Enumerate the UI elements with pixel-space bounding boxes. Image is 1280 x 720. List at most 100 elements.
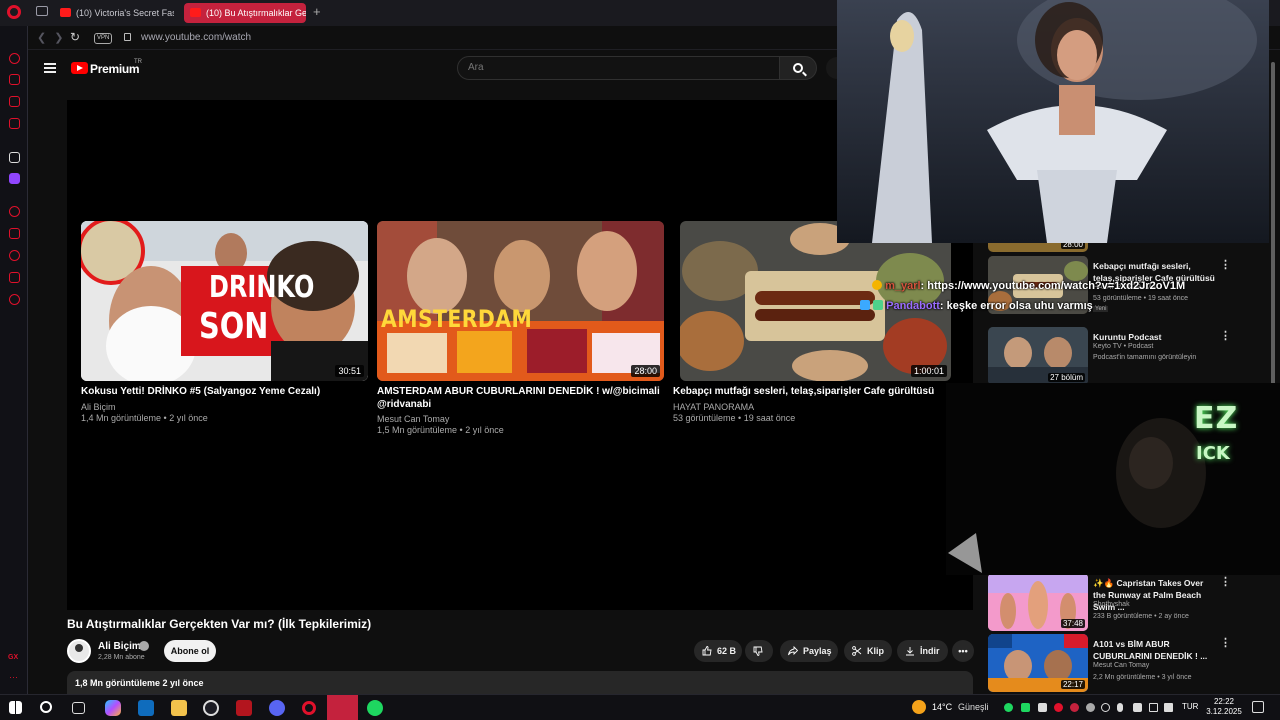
history-icon[interactable]: [9, 53, 20, 64]
extensions-icon[interactable]: [9, 74, 20, 85]
search-button[interactable]: [779, 56, 817, 80]
endscreen-title[interactable]: Kokusu Yetti! DRİNKO #5 (Salyangoz Yeme …: [81, 385, 371, 398]
temperature[interactable]: 14°C: [932, 702, 952, 712]
recommendation-title[interactable]: Kuruntu Podcast: [1093, 331, 1215, 343]
tray-app-icon[interactable]: [1086, 703, 1095, 712]
tray-app-icon[interactable]: [1070, 703, 1079, 712]
controller-icon[interactable]: [1038, 703, 1047, 712]
more-actions-button[interactable]: •••: [952, 640, 974, 662]
more-vertical-icon[interactable]: ⋮: [1220, 258, 1231, 271]
recommendation-item[interactable]: 22:17 A101 vs BİM ABUR CUBURLARINI DENED…: [988, 634, 1268, 692]
recommendation-channel[interactable]: Shotbyshak: [1093, 601, 1130, 608]
network-icon[interactable]: [1149, 703, 1158, 712]
chat-message: Pandabott: keşke error olsa uhu varmış: [860, 300, 1093, 312]
sun-icon[interactable]: [912, 700, 926, 714]
gx-control-icon[interactable]: GX: [8, 654, 18, 661]
reload-icon[interactable]: ↻: [70, 30, 80, 44]
display-icon[interactable]: [1133, 703, 1142, 712]
weather-condition[interactable]: Güneşli: [958, 702, 989, 712]
url-field[interactable]: www.youtube.com/watch: [141, 32, 251, 43]
recommendation-thumbnail[interactable]: 22:17: [988, 634, 1088, 692]
browser-tab[interactable]: (10) Victoria's Secret Fash: [54, 3, 174, 23]
download-button[interactable]: İndir: [897, 640, 948, 662]
duration-badge: 22:17: [1060, 680, 1085, 689]
aria-icon[interactable]: [9, 152, 20, 163]
download-label: İndir: [920, 646, 940, 656]
clip-button[interactable]: Klip: [844, 640, 892, 662]
outlook-icon[interactable]: [138, 700, 154, 716]
player-icon[interactable]: [9, 206, 20, 217]
endscreen-title[interactable]: Kebapçı mutfağı sesleri, telaş,siparişle…: [673, 385, 963, 398]
recommendation-channel[interactable]: Keyto TV • Podcast: [1093, 343, 1153, 350]
recommendation-item[interactable]: 37:48 ✨🔥 Capristan Takes Over the Runway…: [988, 573, 1268, 631]
opera-tray-icon[interactable]: [1054, 703, 1063, 712]
more-vertical-icon[interactable]: ⋮: [1220, 329, 1231, 342]
video-editor-icon[interactable]: [236, 700, 252, 716]
endscreen-channel[interactable]: HAYAT PANORAMA: [673, 402, 754, 412]
clock[interactable]: 22:22 3.12.2025: [1204, 697, 1244, 717]
vpn-badge[interactable]: VPN: [94, 33, 113, 44]
discord-icon[interactable]: [269, 700, 285, 716]
windows-start-icon[interactable]: [9, 701, 22, 714]
scrollbar-thumb[interactable]: [1271, 62, 1275, 387]
instagram-icon[interactable]: [9, 118, 20, 129]
messenger-icon[interactable]: [9, 96, 20, 107]
brand-label[interactable]: Premium: [90, 62, 140, 76]
tray-app-icon[interactable]: [1101, 703, 1110, 712]
spotify-icon[interactable]: [367, 700, 383, 716]
windows-taskbar: 14°C Güneşli TUR 22:22 3.12.2025: [0, 694, 1280, 720]
copilot-icon[interactable]: [105, 700, 121, 716]
chat-badge-icon: [860, 300, 870, 310]
chat-message: m_yarl: https://www.youtube.com/watch?v=…: [872, 280, 1185, 292]
video-thumbnail[interactable]: AMSTERDAM 28:00: [377, 221, 664, 381]
more-vertical-icon[interactable]: ⋮: [1220, 575, 1231, 588]
clock-icon[interactable]: [9, 250, 20, 261]
like-button[interactable]: 62 B: [694, 640, 742, 662]
channel-name[interactable]: Ali Biçim: [98, 641, 141, 652]
recommendation-thumbnail[interactable]: 27 bölüm: [988, 327, 1088, 385]
opera-logo-icon[interactable]: [7, 5, 21, 19]
twitch-icon[interactable]: [9, 173, 20, 184]
tab-islands-icon[interactable]: [36, 6, 48, 16]
settings-icon[interactable]: [9, 294, 20, 305]
description-box[interactable]: 1,8 Mn görüntüleme 2 yıl önce: [67, 671, 973, 694]
obs-icon[interactable]: [203, 700, 219, 716]
endscreen-title[interactable]: AMSTERDAM ABUR CUBURLARINI DENEDİK ! w/@…: [377, 385, 667, 411]
endscreen-channel[interactable]: Mesut Can Tomay: [377, 414, 449, 424]
recommendation-meta[interactable]: Podcast'in tamamını görüntüleyin: [1093, 354, 1196, 361]
recommendation-thumbnail[interactable]: 37:48: [988, 573, 1088, 631]
recommendation-title[interactable]: A101 vs BİM ABUR CUBURLARINI DENEDİK ! .…: [1093, 638, 1215, 662]
bookmarks-icon[interactable]: [9, 228, 20, 239]
subscribe-button[interactable]: Abone ol: [164, 640, 216, 662]
share-button[interactable]: Paylaş: [780, 640, 838, 662]
lock-icon[interactable]: [124, 33, 131, 41]
microphone-icon[interactable]: [1117, 703, 1123, 712]
endscreen-channel[interactable]: Ali Biçim: [81, 402, 116, 412]
menu-icon[interactable]: [44, 63, 56, 73]
notifications-icon[interactable]: [1252, 701, 1264, 713]
search-input[interactable]: [468, 62, 758, 73]
recommendation-meta: 233 B görüntüleme • 2 ay önce: [1093, 613, 1189, 620]
new-tab-icon[interactable]: +: [313, 4, 321, 19]
pinboard-icon[interactable]: [9, 272, 20, 283]
more-icon[interactable]: ···: [9, 672, 18, 682]
youtube-logo-icon[interactable]: [71, 62, 88, 74]
channel-avatar[interactable]: [67, 639, 91, 663]
recommendation-channel[interactable]: Mesut Can Tomay: [1093, 662, 1149, 669]
red-app-icon[interactable]: [327, 695, 358, 720]
more-vertical-icon[interactable]: ⋮: [1220, 636, 1231, 649]
file-explorer-icon[interactable]: [171, 700, 187, 716]
description-meta: 1,8 Mn görüntüleme 2 yıl önce: [75, 678, 204, 688]
spotify-tray-icon[interactable]: [1004, 703, 1013, 712]
volume-icon[interactable]: [1164, 703, 1173, 712]
back-forward-icon[interactable]: ❮❯: [37, 31, 71, 44]
browser-tab-active[interactable]: (10) Bu Atıştırmalıklar Gerç: [184, 3, 306, 23]
recommendation-item[interactable]: 27 bölüm Kuruntu Podcast Keyto TV • Podc…: [988, 327, 1268, 385]
tray-app-icon[interactable]: [1021, 703, 1030, 712]
opera-gx-icon[interactable]: [302, 701, 316, 715]
video-thumbnail[interactable]: DRINKO SON 30:51: [81, 221, 368, 381]
dislike-button[interactable]: [745, 640, 773, 662]
task-view-icon[interactable]: [72, 702, 85, 714]
search-icon[interactable]: [40, 701, 52, 713]
input-language[interactable]: TUR: [1182, 702, 1198, 711]
